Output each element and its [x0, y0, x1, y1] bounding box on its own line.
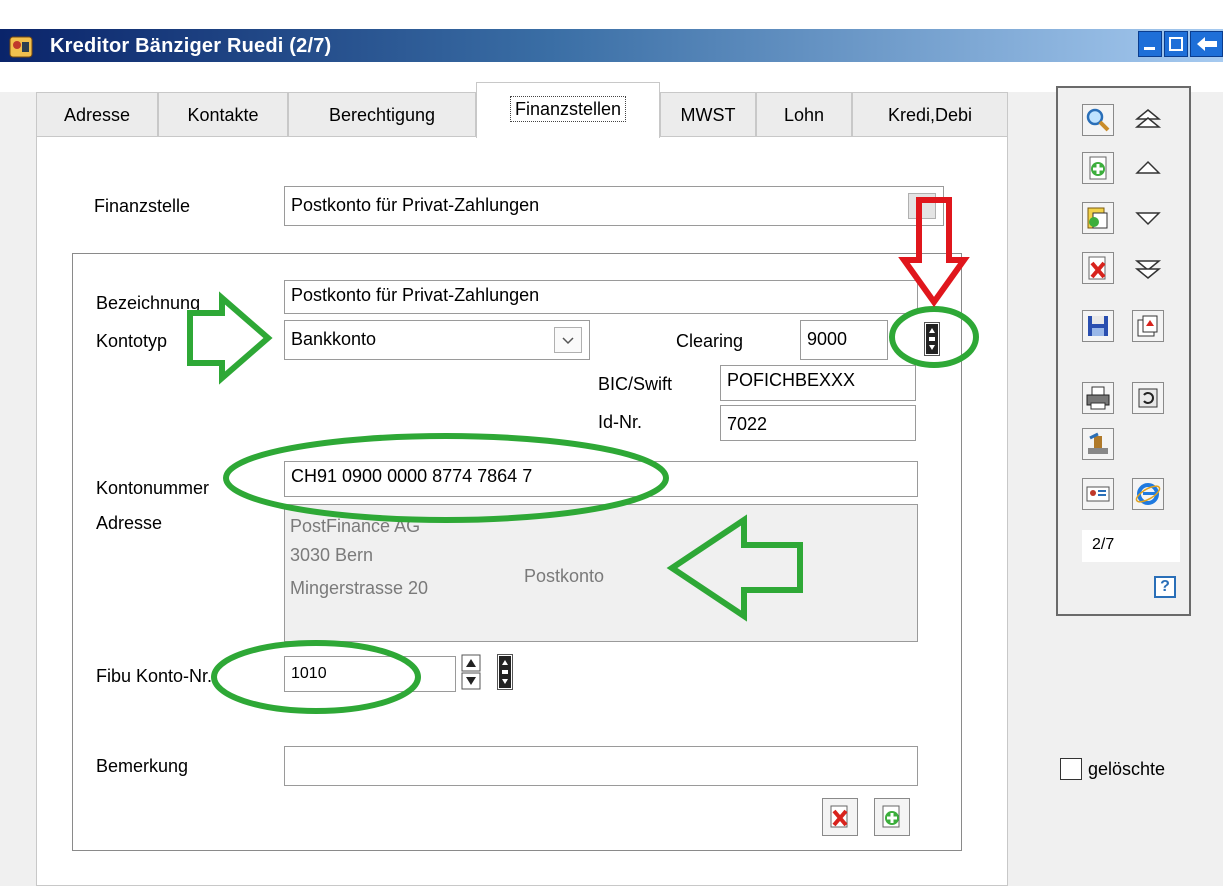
- annotation-arrow-red: [898, 197, 970, 308]
- annotation-ellipse-fibu: [211, 640, 421, 714]
- annotation-ellipse-kontonummer: [223, 433, 669, 523]
- annotation-ellipse-clearing-spinner: [889, 306, 979, 368]
- annotation-arrow-kontotyp: [187, 291, 273, 385]
- annotation-arrow-adresse: [666, 514, 803, 622]
- tab-finanzstellen[interactable]: Finanzstellen: [476, 82, 660, 138]
